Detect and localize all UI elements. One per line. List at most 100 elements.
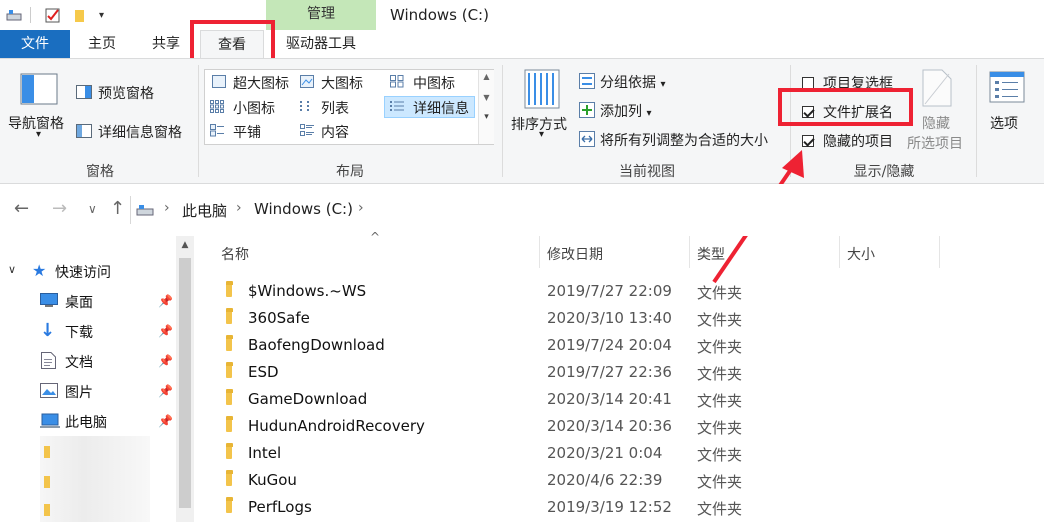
group-label-layout: 布局 bbox=[336, 164, 364, 180]
quick-access-expand-icon[interactable]: ∨ bbox=[8, 263, 16, 276]
tab-home[interactable]: 主页 bbox=[72, 30, 132, 58]
context-tab-manage[interactable]: 管理 bbox=[266, 0, 376, 30]
column-header-name[interactable]: 名称 bbox=[221, 244, 249, 264]
column-divider[interactable] bbox=[539, 236, 540, 268]
preview-pane-button[interactable]: 预览窗格 bbox=[98, 83, 154, 103]
folder-icon bbox=[44, 446, 50, 458]
nav-pictures[interactable]: 图片 bbox=[65, 382, 93, 402]
tab-share[interactable]: 共享 bbox=[135, 30, 197, 58]
add-column-dropdown-icon[interactable]: ▾ bbox=[646, 108, 651, 119]
blurred-nav-area bbox=[40, 436, 150, 522]
layout-large-icons[interactable]: 大图标 bbox=[321, 73, 363, 93]
file-name: ESD bbox=[248, 363, 279, 381]
scroll-up-icon[interactable]: ▲ bbox=[176, 240, 194, 250]
scroll-down-icon[interactable]: ▼ bbox=[479, 93, 494, 102]
sort-icon bbox=[524, 69, 560, 109]
details-pane-button[interactable]: 详细信息窗格 bbox=[98, 122, 182, 142]
nav-desktop[interactable]: 桌面 bbox=[65, 292, 93, 312]
table-row[interactable]: Intel 2020/3/21 0:04 文件夹 bbox=[214, 440, 1044, 467]
column-divider[interactable] bbox=[939, 236, 940, 268]
file-type: 文件夹 bbox=[697, 284, 743, 302]
file-date: 2020/3/10 13:40 bbox=[547, 309, 672, 327]
nav-quick-access[interactable]: 快速访问 bbox=[55, 262, 111, 282]
recent-dropdown-icon[interactable]: ∨ bbox=[88, 202, 97, 216]
column-divider[interactable] bbox=[689, 236, 690, 268]
pin-icon[interactable]: 📌 bbox=[158, 414, 173, 428]
nav-pane-dropdown-icon[interactable]: ▾ bbox=[36, 129, 41, 140]
breadcrumb-drive[interactable]: Windows (C:) bbox=[254, 200, 353, 218]
up-icon[interactable]: ↑ bbox=[110, 198, 125, 219]
folder-icon bbox=[226, 443, 233, 459]
fit-columns-icon bbox=[579, 131, 595, 147]
layout-details[interactable]: 详细信息 bbox=[413, 98, 469, 118]
group-label-show-hide: 显示/隐藏 bbox=[853, 164, 915, 180]
file-name: GameDownload bbox=[248, 390, 368, 408]
back-icon[interactable]: ← bbox=[14, 198, 29, 219]
file-type: 文件夹 bbox=[697, 419, 743, 437]
new-folder-icon[interactable] bbox=[73, 7, 87, 23]
column-header-date[interactable]: 修改日期 bbox=[547, 244, 603, 264]
gallery-more-icon[interactable]: ▾ bbox=[479, 112, 494, 122]
qat-dropdown-icon[interactable]: ▾ bbox=[99, 10, 104, 21]
tab-file[interactable]: 文件 bbox=[0, 30, 70, 58]
nav-this-pc[interactable]: 此电脑 bbox=[65, 412, 107, 432]
list-icon bbox=[300, 101, 309, 111]
breadcrumb-sep-icon[interactable]: › bbox=[236, 200, 242, 216]
layout-gallery-scroll[interactable]: ▲ ▼ ▾ bbox=[478, 70, 494, 144]
table-row[interactable]: PerfLogs 2019/3/19 12:52 文件夹 bbox=[214, 494, 1044, 521]
hide-selected-button[interactable]: 隐藏 bbox=[922, 113, 950, 133]
column-divider[interactable] bbox=[839, 236, 840, 268]
file-type: 文件夹 bbox=[697, 392, 743, 410]
table-row[interactable]: GameDownload 2020/3/14 20:41 文件夹 bbox=[214, 386, 1044, 413]
group-by-dropdown-icon[interactable]: ▾ bbox=[660, 79, 665, 90]
properties-icon[interactable] bbox=[45, 7, 61, 23]
pin-icon[interactable]: 📌 bbox=[158, 324, 173, 338]
options-button[interactable]: 选项 bbox=[990, 113, 1018, 133]
file-name: KuGou bbox=[248, 471, 297, 489]
nav-downloads[interactable]: 下载 bbox=[65, 322, 93, 342]
layout-tiles[interactable]: 平铺 bbox=[233, 122, 261, 142]
layout-content[interactable]: 内容 bbox=[321, 122, 349, 142]
table-row[interactable]: HudunAndroidRecovery 2020/3/14 20:36 文件夹 bbox=[214, 413, 1044, 440]
scroll-up-icon[interactable]: ▲ bbox=[479, 72, 494, 81]
folder-icon bbox=[226, 416, 233, 432]
nav-scrollbar[interactable]: ▲ bbox=[176, 236, 194, 522]
tiles-icon bbox=[210, 124, 224, 137]
file-date: 2019/3/19 12:52 bbox=[547, 498, 672, 516]
file-type: 文件夹 bbox=[697, 446, 743, 464]
layout-list[interactable]: 列表 bbox=[321, 98, 349, 118]
download-icon: ↓ bbox=[40, 320, 56, 341]
group-by-button[interactable]: 分组依据 ▾ bbox=[600, 72, 665, 92]
forward-icon[interactable]: → bbox=[52, 198, 67, 219]
breadcrumb-sep-icon[interactable]: › bbox=[164, 200, 170, 216]
pin-icon[interactable]: 📌 bbox=[158, 384, 173, 398]
add-column-label: 添加列 bbox=[600, 104, 642, 120]
table-row[interactable]: $Windows.~WS 2019/7/27 22:09 文件夹 bbox=[214, 278, 1044, 305]
hide-selected-icon bbox=[922, 69, 952, 107]
drive-icon[interactable] bbox=[6, 8, 22, 22]
group-by-icon bbox=[579, 73, 595, 89]
add-column-button[interactable]: 添加列 ▾ bbox=[600, 101, 651, 121]
layout-xl-icons[interactable]: 超大图标 bbox=[233, 73, 289, 93]
nav-documents[interactable]: 文档 bbox=[65, 352, 93, 372]
folder-icon bbox=[226, 281, 233, 297]
sort-dropdown-icon[interactable]: ▾ bbox=[539, 129, 544, 140]
table-row[interactable]: KuGou 2020/4/6 22:39 文件夹 bbox=[214, 467, 1044, 494]
column-header-type[interactable]: 类型 bbox=[697, 244, 725, 264]
scroll-thumb[interactable] bbox=[179, 258, 191, 508]
hidden-items-label[interactable]: 隐藏的项目 bbox=[823, 131, 893, 151]
ribbon-separator bbox=[976, 65, 977, 177]
layout-small-icons[interactable]: 小图标 bbox=[233, 98, 275, 118]
folder-icon bbox=[44, 504, 50, 516]
table-row[interactable]: 360Safe 2020/3/10 13:40 文件夹 bbox=[214, 305, 1044, 332]
layout-medium-icons[interactable]: 中图标 bbox=[413, 73, 455, 93]
tab-drive-tools[interactable]: 驱动器工具 bbox=[272, 30, 370, 58]
breadcrumb-this-pc[interactable]: 此电脑 bbox=[182, 200, 227, 221]
table-row[interactable]: ESD 2019/7/27 22:36 文件夹 bbox=[214, 359, 1044, 386]
breadcrumb-sep-icon[interactable]: › bbox=[358, 200, 364, 216]
column-header-size[interactable]: 大小 bbox=[847, 244, 875, 264]
file-type: 文件夹 bbox=[697, 500, 743, 518]
pin-icon[interactable]: 📌 bbox=[158, 354, 173, 368]
table-row[interactable]: BaofengDownload 2019/7/24 20:04 文件夹 bbox=[214, 332, 1044, 359]
pin-icon[interactable]: 📌 bbox=[158, 294, 173, 308]
